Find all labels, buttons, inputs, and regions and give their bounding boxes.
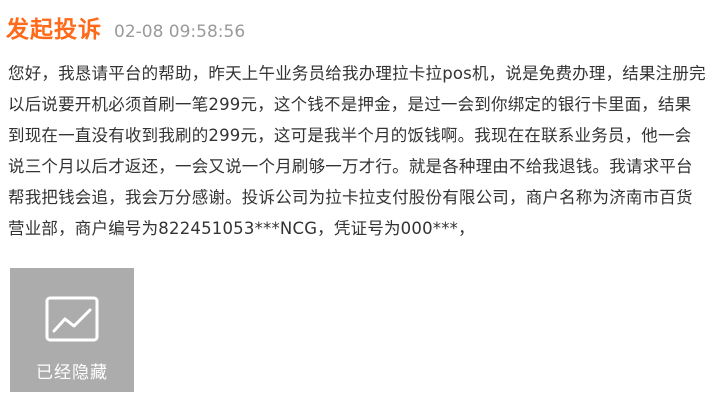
complaint-title: 发起投诉 (6, 17, 102, 43)
image-icon (45, 296, 99, 342)
hidden-image-thumbnail[interactable]: 已经隐藏 (10, 268, 134, 392)
complaint-body: 您好，我恳请平台的帮助，昨天上午业务员给我办理拉卡拉pos机，说是免费办理，结果… (8, 64, 706, 238)
complaint-page: 发起投诉 02-08 09:58:56 您好，我恳请平台的帮助，昨天上午业务员给… (0, 0, 720, 400)
complaint-header: 发起投诉 02-08 09:58:56 (6, 10, 245, 44)
hidden-label: 已经隐藏 (36, 363, 108, 383)
complaint-timestamp: 02-08 09:58:56 (114, 22, 246, 42)
